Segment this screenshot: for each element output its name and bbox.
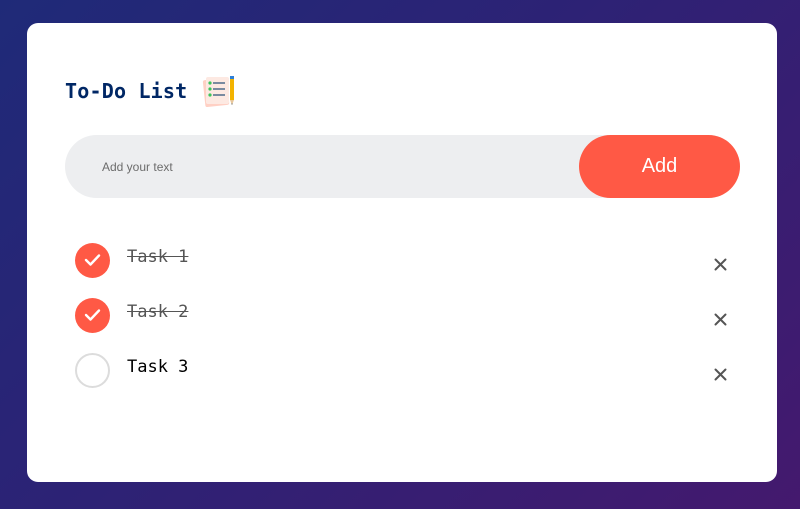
close-icon[interactable] — [705, 304, 735, 334]
task-input[interactable] — [102, 135, 562, 198]
add-button[interactable]: Add — [579, 135, 740, 198]
close-icon[interactable] — [705, 249, 735, 279]
task-item[interactable]: Task 2 — [75, 294, 735, 349]
todo-card: To-Do List Add Task 1 — [27, 23, 777, 482]
task-list: Task 1 Task 2 Task 3 — [75, 239, 735, 404]
checkbox-icon[interactable] — [75, 243, 110, 278]
add-task-bar: Add — [65, 135, 740, 198]
task-item[interactable]: Task 1 — [75, 239, 735, 294]
checkmark-icon — [84, 309, 101, 321]
notebook-pencil-icon — [203, 76, 235, 107]
task-label: Task 2 — [127, 302, 189, 322]
close-icon[interactable] — [705, 359, 735, 389]
header: To-Do List — [65, 73, 237, 109]
checkmark-icon — [84, 254, 101, 266]
checkbox-icon[interactable] — [75, 353, 110, 388]
checkbox-icon[interactable] — [75, 298, 110, 333]
app-title: To-Do List — [65, 79, 188, 103]
task-label: Task 3 — [127, 357, 189, 377]
task-item[interactable]: Task 3 — [75, 349, 735, 404]
task-label: Task 1 — [127, 247, 189, 267]
